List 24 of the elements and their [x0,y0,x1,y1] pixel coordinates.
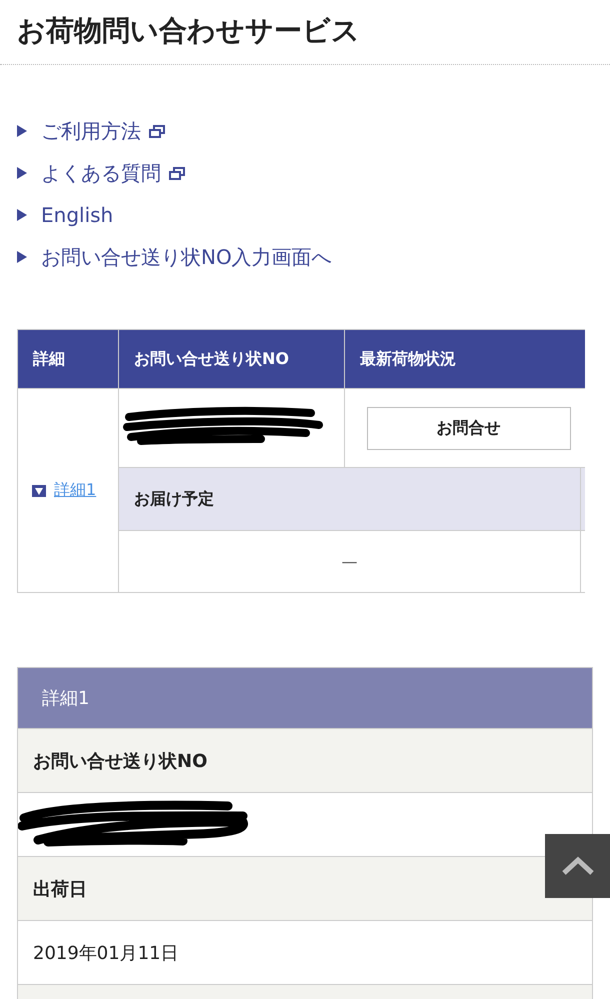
nav-link[interactable]: ご利用方法 [41,117,165,145]
detail-heading: 詳細1 [18,668,592,728]
field-label: お問い合せ送り状NO [33,750,208,772]
page-title: お荷物問い合わせサービス [0,0,610,65]
chevron-up-icon [560,856,594,876]
nav-link[interactable]: English [41,201,114,229]
column-header: 詳細 [18,330,118,388]
inquiry-button[interactable]: お問合せ [366,406,570,450]
new-window-icon [149,124,165,138]
triangle-bullet-icon [17,125,27,137]
delivery-value: — [342,552,358,571]
delivery-label: お届け予定 [118,468,580,530]
new-window-icon [169,166,185,180]
triangle-down-icon [32,484,46,496]
nav-link[interactable]: よくある質問 [41,159,185,187]
field-value: 2019年01月11日 [33,942,179,964]
column-header: お問い合せ送り状NO [118,330,344,388]
triangle-bullet-icon [17,209,27,221]
triangle-bullet-icon [17,251,27,263]
scroll-to-top-button[interactable] [545,834,610,898]
triangle-bullet-icon [17,167,27,179]
column-header: 最新荷物状況 [344,330,585,388]
nav-link[interactable]: お問い合せ送り状NO入力画面へ [41,243,332,271]
field-label: 出荷日 [33,878,87,900]
